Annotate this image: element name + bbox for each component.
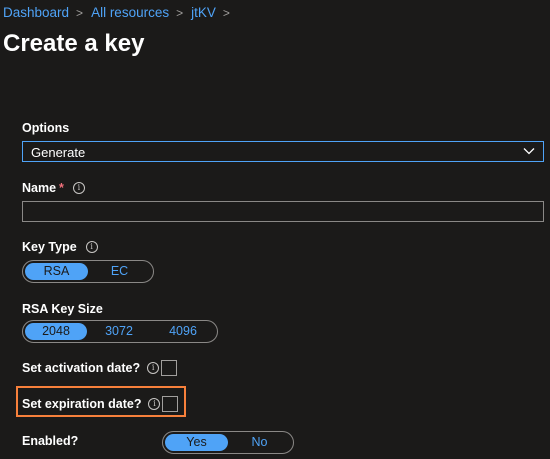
enabled-option-yes[interactable]: Yes [165, 434, 228, 451]
breadcrumb-dashboard[interactable]: Dashboard [3, 5, 69, 20]
info-icon[interactable]: i [147, 362, 160, 374]
enabled-label-text: Enabled? [22, 434, 79, 448]
expiration-row: Set expiration date? i [22, 396, 179, 412]
breadcrumb: Dashboard > All resources > jtKV > [3, 5, 238, 20]
info-icon[interactable]: i [148, 398, 161, 410]
enabled-label: Enabled? [22, 434, 78, 448]
key-type-option-ec[interactable]: EC [88, 263, 151, 280]
rsa-key-size-option-2048[interactable]: 2048 [25, 323, 87, 340]
name-label-text: Name [22, 181, 57, 195]
activation-checkbox[interactable] [161, 360, 178, 376]
rsa-key-size-option-3072[interactable]: 3072 [87, 323, 151, 340]
options-selected-value: Generate [31, 145, 86, 160]
info-icon[interactable]: i [72, 182, 85, 194]
enabled-toggle: Yes No [162, 431, 294, 454]
key-type-toggle: RSA EC [22, 260, 154, 283]
chevron-right-icon: > [222, 6, 230, 20]
options-label: Options [22, 121, 69, 135]
rsa-key-size-label: RSA Key Size [22, 302, 103, 316]
expiration-label: Set expiration date? [22, 397, 142, 411]
rsa-key-size-option-4096[interactable]: 4096 [151, 323, 215, 340]
activation-row: Set activation date? i [22, 360, 178, 376]
chevron-down-icon [523, 148, 535, 155]
expiration-checkbox[interactable] [162, 396, 179, 412]
chevron-right-icon: > [176, 6, 184, 20]
breadcrumb-all-resources[interactable]: All resources [91, 5, 169, 20]
page-title: Create a key [3, 30, 145, 57]
required-indicator: * [59, 181, 64, 195]
info-icon[interactable]: i [85, 241, 98, 253]
key-type-label-text: Key Type [22, 240, 77, 254]
chevron-right-icon: > [76, 6, 84, 20]
enabled-option-no[interactable]: No [228, 434, 291, 451]
rsa-key-size-label-text: RSA Key Size [22, 302, 103, 316]
options-dropdown[interactable]: Generate [22, 141, 544, 162]
options-label-text: Options [22, 121, 70, 135]
name-input[interactable] [22, 201, 544, 222]
activation-label: Set activation date? [22, 361, 141, 375]
key-type-label: Key Type i [22, 240, 98, 254]
key-type-option-rsa[interactable]: RSA [25, 263, 88, 280]
rsa-key-size-toggle: 2048 3072 4096 [22, 320, 218, 343]
breadcrumb-jtkv[interactable]: jtKV [191, 5, 216, 20]
name-label: Name * i [22, 181, 85, 195]
